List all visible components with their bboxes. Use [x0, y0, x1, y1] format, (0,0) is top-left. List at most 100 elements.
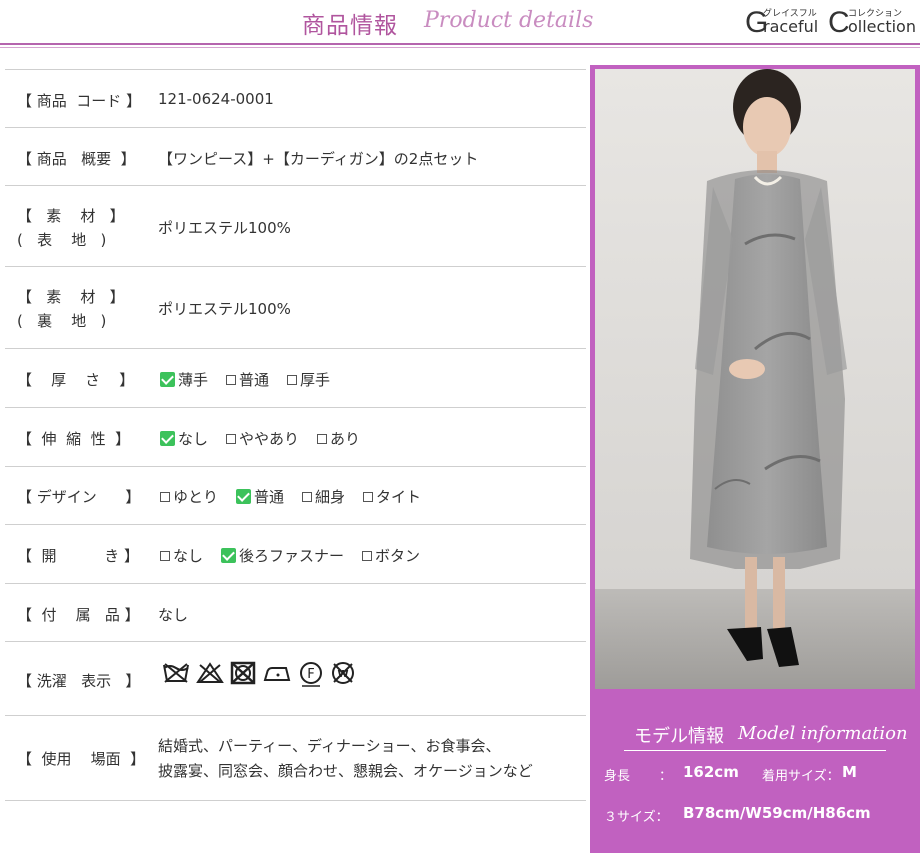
- row-label: 【 伸 縮 性 】: [17, 430, 131, 448]
- model-three-size-label: ３サイズ：: [604, 810, 669, 825]
- option-slim: 細身: [302, 486, 345, 507]
- svg-text:F: F: [307, 667, 314, 682]
- option-thick: 厚手: [287, 369, 330, 390]
- row-label: 【 素 材 】: [17, 288, 125, 306]
- option-loose: ゆとり: [160, 486, 218, 507]
- option-label: あり: [330, 430, 361, 448]
- option-label: ボタン: [375, 547, 421, 565]
- option-label: 細身: [315, 488, 346, 506]
- model-height-label: 身長: [604, 769, 631, 784]
- checkbox-empty-icon: [317, 433, 328, 444]
- option-thin: 薄手: [160, 369, 208, 390]
- option-label: なし: [173, 547, 204, 565]
- row-label: 【 商品 コード 】: [17, 92, 142, 110]
- table-row-material-lining: 【 素 材 】 ( 裏 地 ) ポリエステル100%: [5, 266, 586, 349]
- table-row-occasions: 【 使用 場面 】 結婚式、パーティー、ディナーショー、お食事会、 披露宴、同窓…: [5, 715, 586, 801]
- row-value: なし: [158, 606, 189, 624]
- checkbox-checked-icon: [221, 548, 237, 563]
- model-three-size-value: B78cm/W59cm/H86cm: [683, 804, 871, 822]
- option-label: タイト: [376, 488, 422, 506]
- row-label-sub: ( 表 地 ): [17, 231, 107, 249]
- table-row-thickness: 【 厚 さ 】 薄手 普通 厚手: [5, 348, 586, 408]
- table-row-material-outer: 【 素 材 】 ( 表 地 ) ポリエステル100%: [5, 185, 586, 267]
- option-group-design: ゆとり 普通 細身 タイト: [160, 486, 439, 507]
- table-row-summary: 【 商品 概要 】 【ワンピース】+【カーディガン】の2点セット: [5, 127, 586, 186]
- row-label: 【 厚 さ 】: [17, 371, 135, 389]
- row-value: ポリエステル100%: [158, 300, 291, 318]
- iron-low-icon: [262, 661, 292, 687]
- option-none: なし: [160, 545, 203, 566]
- option-yes: あり: [317, 428, 360, 449]
- model-size-value: M: [842, 763, 857, 781]
- checkbox-checked-icon: [160, 431, 175, 446]
- option-label: ゆとり: [173, 488, 219, 506]
- row-label: 【 デザイン 】: [17, 488, 141, 506]
- header-divider-thin: [0, 47, 920, 48]
- checkbox-checked-icon: [236, 489, 252, 504]
- no-wet-clean-icon: W: [330, 661, 356, 687]
- row-value-line2: 披露宴、同窓会、顔合わせ、懇親会、オケージョンなど: [158, 762, 533, 780]
- page-subtitle: Product details: [424, 8, 594, 33]
- table-row-stretch: 【 伸 縮 性 】 なし ややあり あり: [5, 407, 586, 467]
- model-photo-illustration: [595, 69, 915, 689]
- row-label: 【 付 属 品 】: [17, 606, 140, 624]
- table-row-care-label: 【 洗濯 表示 】 F W: [5, 641, 586, 716]
- checkbox-checked-icon: [160, 372, 175, 387]
- row-value-line1: 結婚式、パーティー、ディナーショー、お食事会、: [158, 737, 501, 755]
- model-height-sep: ：: [659, 769, 673, 784]
- row-value: ポリエステル100%: [158, 219, 291, 237]
- page-title: 商品情報: [302, 13, 398, 39]
- brand-letter-c: C: [828, 6, 850, 39]
- table-row-product-code: 【 商品 コード 】 121-0624-0001: [5, 69, 586, 128]
- option-label: 普通: [239, 371, 270, 389]
- option-back-zipper: 後ろファスナー: [221, 545, 344, 566]
- brand-logo[interactable]: G グレイスフル raceful C コレクション ollection: [745, 4, 920, 40]
- model-size-label: 着用サイズ：: [762, 769, 840, 784]
- row-label: 【 使用 場面 】: [17, 750, 146, 768]
- no-bleach-icon: [196, 661, 224, 687]
- row-label: 【 商品 概要 】: [17, 150, 136, 168]
- checkbox-empty-icon: [226, 374, 237, 385]
- option-regular: 普通: [236, 486, 284, 507]
- option-label: 後ろファスナー: [239, 547, 345, 565]
- model-info-subtitle: Model information: [738, 723, 908, 744]
- checkbox-empty-icon: [226, 433, 237, 444]
- option-tight: タイト: [363, 486, 421, 507]
- model-photo[interactable]: [595, 69, 915, 689]
- option-label: なし: [178, 430, 209, 448]
- option-label: 薄手: [178, 371, 209, 389]
- checkbox-empty-icon: [362, 550, 373, 561]
- header-divider: [0, 43, 920, 45]
- checkbox-empty-icon: [363, 491, 374, 502]
- checkbox-empty-icon: [160, 550, 170, 561]
- option-group-stretch: なし ややあり あり: [160, 428, 378, 449]
- row-value: 121-0624-0001: [158, 90, 274, 108]
- row-label: 【 開 き 】: [17, 547, 139, 565]
- svg-text:W: W: [337, 669, 348, 680]
- option-group-opening: なし 後ろファスナー ボタン: [160, 545, 438, 566]
- checkbox-empty-icon: [160, 491, 170, 502]
- row-label: 【 洗濯 表示 】: [17, 672, 141, 690]
- option-slight: ややあり: [226, 428, 299, 449]
- brand-word-graceful: raceful: [763, 17, 819, 36]
- table-row-opening: 【 開 き 】 なし 後ろファスナー ボタン: [5, 524, 586, 584]
- model-height-value: 162cm: [683, 763, 739, 781]
- no-tumble-dry-icon: [230, 661, 256, 687]
- option-button: ボタン: [362, 545, 420, 566]
- model-info-title: モデル情報: [634, 726, 724, 747]
- brand-word-collection: ollection: [848, 17, 916, 36]
- option-group-thickness: 薄手 普通 厚手: [160, 369, 348, 390]
- option-normal: 普通: [226, 369, 269, 390]
- care-icons: F W: [162, 661, 356, 687]
- row-label: 【 素 材 】: [17, 207, 125, 225]
- dry-clean-f-icon: F: [298, 661, 324, 687]
- row-label-sub: ( 裏 地 ): [17, 312, 107, 330]
- row-value: 【ワンピース】+【カーディガン】の2点セット: [158, 150, 479, 168]
- table-row-design: 【 デザイン 】 ゆとり 普通 細身 タイト: [5, 466, 586, 525]
- option-none: なし: [160, 428, 208, 449]
- checkbox-empty-icon: [287, 374, 298, 385]
- option-label: 普通: [254, 488, 285, 506]
- page-header: 商品情報 Product details G グレイスフル raceful C …: [0, 0, 920, 44]
- no-wash-icon: [162, 661, 190, 687]
- option-label: 厚手: [300, 371, 331, 389]
